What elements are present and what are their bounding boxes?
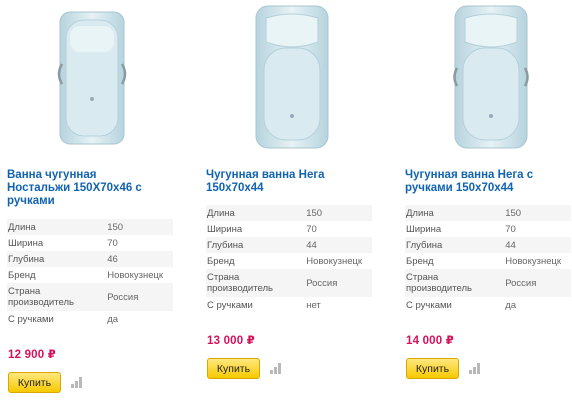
spec-value: да [107,313,119,325]
spec-label: Бренд [207,255,235,267]
spec-value: 44 [505,239,516,251]
spec-row: Страна производитель Россия [405,269,571,297]
product-title-line: Ванна чугунная [7,169,97,181]
compare-bars-icon[interactable] [469,363,481,374]
bathtub-image [255,5,329,149]
spec-value: Новокузнецк [107,269,164,281]
spec-row: Ширина 70 [7,235,173,251]
spec-row: Бренд Новокузнецк [405,253,571,269]
spec-label: Бренд [8,269,36,281]
spec-label: Страна производитель [206,269,306,297]
spec-row: Глубина 46 [7,251,173,267]
bathtub-with-handles-image [57,11,127,145]
spec-row: Длина 150 [7,219,173,235]
spec-label: Страна производитель [7,283,107,311]
product-title-line: ручками 150х70х44 [405,182,514,194]
product-price: 12 900 ₽ [8,349,56,361]
spec-value: 44 [306,239,317,251]
spec-label: Длина [8,221,36,233]
spec-label: С ручками [406,299,452,311]
product-card: Чугунная ванна Нега с ручками 150х70х44 … [405,0,572,400]
spec-label: Глубина [406,239,443,251]
spec-value: Новокузнецк [306,255,363,267]
product-title-line: Чугунная ванна Нега [206,169,325,181]
spec-row: С ручками нет [206,297,372,313]
compare-bars-icon[interactable] [71,377,83,388]
spec-label-line: Страна [406,272,439,283]
spec-label-line: Страна [8,286,41,297]
spec-label: Глубина [8,253,45,265]
spec-label: Длина [207,207,235,219]
compare-bars-icon[interactable] [270,363,282,374]
spec-label-line: производитель [207,283,273,294]
product-image[interactable] [7,4,175,154]
spec-value: Новокузнецк [505,255,562,267]
buy-button[interactable]: Купить [207,358,260,379]
product-title[interactable]: Ванна чугунная Ностальжи 150Х70х46 с руч… [7,169,175,208]
spec-label: Ширина [8,237,44,249]
product-title-line: ручками [7,195,55,207]
spec-label: Глубина [207,239,244,251]
spec-row: Длина 150 [206,205,372,221]
product-image[interactable] [206,4,374,154]
product-title-line: 150х70х44 [206,182,264,194]
spec-value: Россия [505,277,537,289]
spec-row: Страна производитель Россия [7,283,173,311]
product-price: 14 000 ₽ [406,335,454,347]
spec-value: да [505,299,517,311]
spec-value: 150 [107,221,124,233]
bathtub-with-handles-image [453,5,529,149]
spec-row: Страна производитель Россия [206,269,372,297]
product-title-line: Ностальжи 150Х70х46 с [7,182,142,194]
spec-row: Бренд Новокузнецк [7,267,173,283]
spec-row: Ширина 70 [405,221,571,237]
spec-row: С ручками да [405,297,571,313]
spec-value: 70 [107,237,118,249]
buy-button[interactable]: Купить [406,358,459,379]
buy-button[interactable]: Купить [8,372,61,393]
spec-row: Глубина 44 [206,237,372,253]
spec-table: Длина 150 Ширина 70 Глубина 46 Бренд Нов… [7,219,173,327]
spec-value: Россия [306,277,338,289]
spec-label-line: производитель [8,297,74,308]
product-title-line: Чугунная ванна Нега с [405,169,534,181]
spec-label: Длина [406,207,434,219]
spec-label-line: Страна [207,272,240,283]
spec-value: 70 [306,223,317,235]
spec-row: Длина 150 [405,205,571,221]
spec-table: Длина 150 Ширина 70 Глубина 44 Бренд Нов… [405,205,571,313]
spec-value: Россия [107,291,139,303]
spec-label: Бренд [406,255,434,267]
spec-label: Ширина [406,223,442,235]
spec-value: 70 [505,223,516,235]
product-title[interactable]: Чугунная ванна Нега 150х70х44 [206,169,374,195]
spec-row: Глубина 44 [405,237,571,253]
spec-value: 46 [107,253,118,265]
product-grid: Ванна чугунная Ностальжи 150Х70х46 с руч… [0,0,572,400]
product-card: Ванна чугунная Ностальжи 150Х70х46 с руч… [7,0,175,400]
product-card: Чугунная ванна Нега 150х70х44 Длина 150 … [206,0,374,400]
spec-value: 150 [306,207,323,219]
spec-value: нет [306,299,321,311]
spec-row: С ручками да [7,311,173,327]
spec-label: Ширина [207,223,243,235]
spec-value: 150 [505,207,522,219]
spec-label: С ручками [207,299,253,311]
spec-label-line: производитель [406,283,472,294]
spec-label: С ручками [8,313,54,325]
spec-table: Длина 150 Ширина 70 Глубина 44 Бренд Нов… [206,205,372,313]
product-price: 13 000 ₽ [207,335,255,347]
product-title[interactable]: Чугунная ванна Нега с ручками 150х70х44 [405,169,572,195]
spec-row: Ширина 70 [206,221,372,237]
product-image[interactable] [405,4,572,154]
spec-label: Страна производитель [405,269,505,297]
spec-row: Бренд Новокузнецк [206,253,372,269]
